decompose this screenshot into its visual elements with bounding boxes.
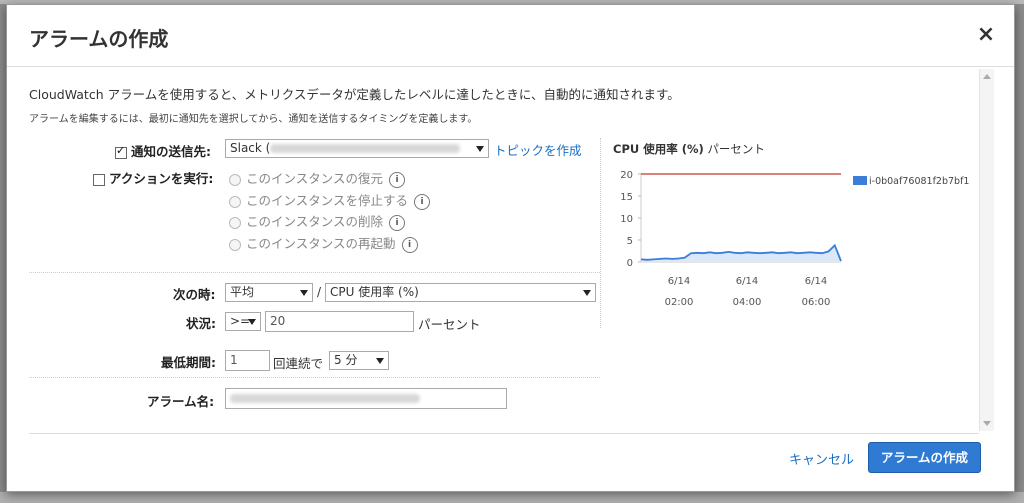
actions-checkbox[interactable]: [93, 173, 105, 186]
redacted-alarm-name: [230, 394, 420, 403]
create-topic-link[interactable]: トピックを作成: [494, 140, 582, 159]
period-select[interactable]: 5 分: [329, 351, 389, 370]
create-alarm-dialog: アラームの作成 × CloudWatch アラームを使用すると、メトリクスデータ…: [6, 4, 1015, 492]
notify-checkbox[interactable]: [115, 144, 127, 159]
y-tick-label: 5: [627, 236, 633, 247]
create-alarm-button[interactable]: アラームの作成: [868, 442, 981, 473]
action-option-label: このインスタンスを停止する: [246, 193, 409, 208]
when-label: 次の時:: [173, 287, 216, 302]
metric-value: CPU 使用率 (%): [330, 285, 419, 299]
x-tick-time: 04:00: [733, 297, 762, 308]
chevron-down-icon: [300, 290, 308, 296]
alarm-name-input[interactable]: [225, 388, 507, 409]
y-tick-label: 20: [620, 170, 633, 181]
consecutive-suffix: 回連続で: [273, 356, 324, 371]
alarm-name-label: アラーム名:: [147, 394, 215, 409]
metric-select[interactable]: CPU 使用率 (%): [325, 283, 596, 302]
chevron-down-icon: [476, 146, 484, 152]
scroll-down-icon[interactable]: [983, 421, 991, 426]
action-option-label: このインスタンスの復元: [246, 171, 384, 186]
operator-select[interactable]: >=: [225, 312, 261, 331]
chart-title-unit: パーセント: [707, 142, 765, 156]
info-icon[interactable]: i: [401, 236, 418, 253]
chevron-down-icon: [248, 319, 256, 325]
threshold-input[interactable]: 20: [265, 311, 414, 332]
action-option-label: このインスタンスの削除: [246, 214, 384, 229]
dialog-body: CloudWatch アラームを使用すると、メトリクスデータが定義したレベルに達…: [7, 68, 995, 430]
dialog-title: アラームの作成: [29, 27, 169, 51]
y-tick-label: 10: [620, 214, 633, 225]
period-label: 最低期間:: [161, 355, 216, 370]
close-icon[interactable]: ×: [976, 24, 996, 46]
y-tick-label: 0: [627, 258, 633, 269]
actions-row: アクションを実行:: [93, 168, 213, 187]
action-option-stop[interactable]: このインスタンスを停止する i: [229, 190, 431, 210]
section-divider: [29, 377, 600, 378]
action-option-terminate[interactable]: このインスタンスの削除 i: [229, 211, 406, 231]
legend-swatch: [853, 176, 867, 185]
dialog-header: アラームの作成 ×: [7, 5, 1014, 67]
info-icon[interactable]: i: [389, 214, 406, 231]
action-option-recover[interactable]: このインスタンスの復元 i: [229, 168, 406, 188]
legend-label: i-0b0af76081f2b7bf1: [869, 176, 969, 187]
radio-terminate[interactable]: [229, 216, 241, 229]
slash-separator: /: [317, 285, 322, 299]
statistic-value: 平均: [230, 285, 255, 299]
action-option-reboot[interactable]: このインスタンスの再起動 i: [229, 233, 418, 253]
info-icon[interactable]: i: [389, 171, 406, 188]
dialog-footer-divider: [29, 433, 979, 434]
notify-target-value: Slack (: [230, 141, 271, 155]
radio-recover[interactable]: [229, 173, 241, 186]
chevron-down-icon: [376, 358, 384, 364]
actions-label: アクションを実行:: [109, 171, 214, 186]
chart-title: CPU 使用率 (%) パーセント: [613, 141, 765, 157]
consecutive-input[interactable]: 1: [225, 350, 270, 371]
statistic-select[interactable]: 平均: [225, 283, 313, 302]
intro-text: CloudWatch アラームを使用すると、メトリクスデータが定義したレベルに達…: [29, 87, 680, 102]
section-divider: [29, 272, 600, 273]
y-tick-label: 15: [620, 192, 633, 203]
redacted-topic-name: [270, 144, 461, 153]
chevron-down-icon: [583, 290, 591, 296]
radio-stop[interactable]: [229, 195, 241, 208]
cpu-usage-chart: 20 15 10 5 0 6/14 02:00 6/14 04:00 6/14 06:00 i-0b0…: [620, 170, 969, 308]
period-value: 5 分: [334, 353, 358, 367]
info-icon[interactable]: i: [414, 193, 431, 210]
radio-reboot[interactable]: [229, 238, 241, 251]
scrollbar[interactable]: [979, 69, 994, 431]
x-tick-date: 6/14: [805, 276, 827, 287]
threshold-unit: パーセント: [418, 317, 481, 332]
notify-target-select[interactable]: Slack (: [225, 139, 489, 158]
x-tick-time: 02:00: [665, 297, 694, 308]
action-option-label: このインスタンスの再起動: [246, 236, 396, 251]
subintro-text: アラームを編集するには、最初に通知先を選択してから、通知を送信するタイミングを定…: [29, 114, 478, 125]
x-tick-date: 6/14: [668, 276, 690, 287]
notify-label: 通知の送信先:: [131, 144, 211, 159]
notify-row: 通知の送信先:: [115, 141, 211, 160]
state-label: 状況:: [186, 316, 216, 331]
background-table-strip-bottom: [0, 492, 1024, 503]
scroll-up-icon[interactable]: [983, 74, 991, 79]
cancel-button[interactable]: キャンセル: [789, 449, 854, 468]
chart-title-metric: CPU 使用率 (%): [613, 142, 704, 156]
x-tick-time: 06:00: [802, 297, 831, 308]
x-tick-date: 6/14: [736, 276, 758, 287]
